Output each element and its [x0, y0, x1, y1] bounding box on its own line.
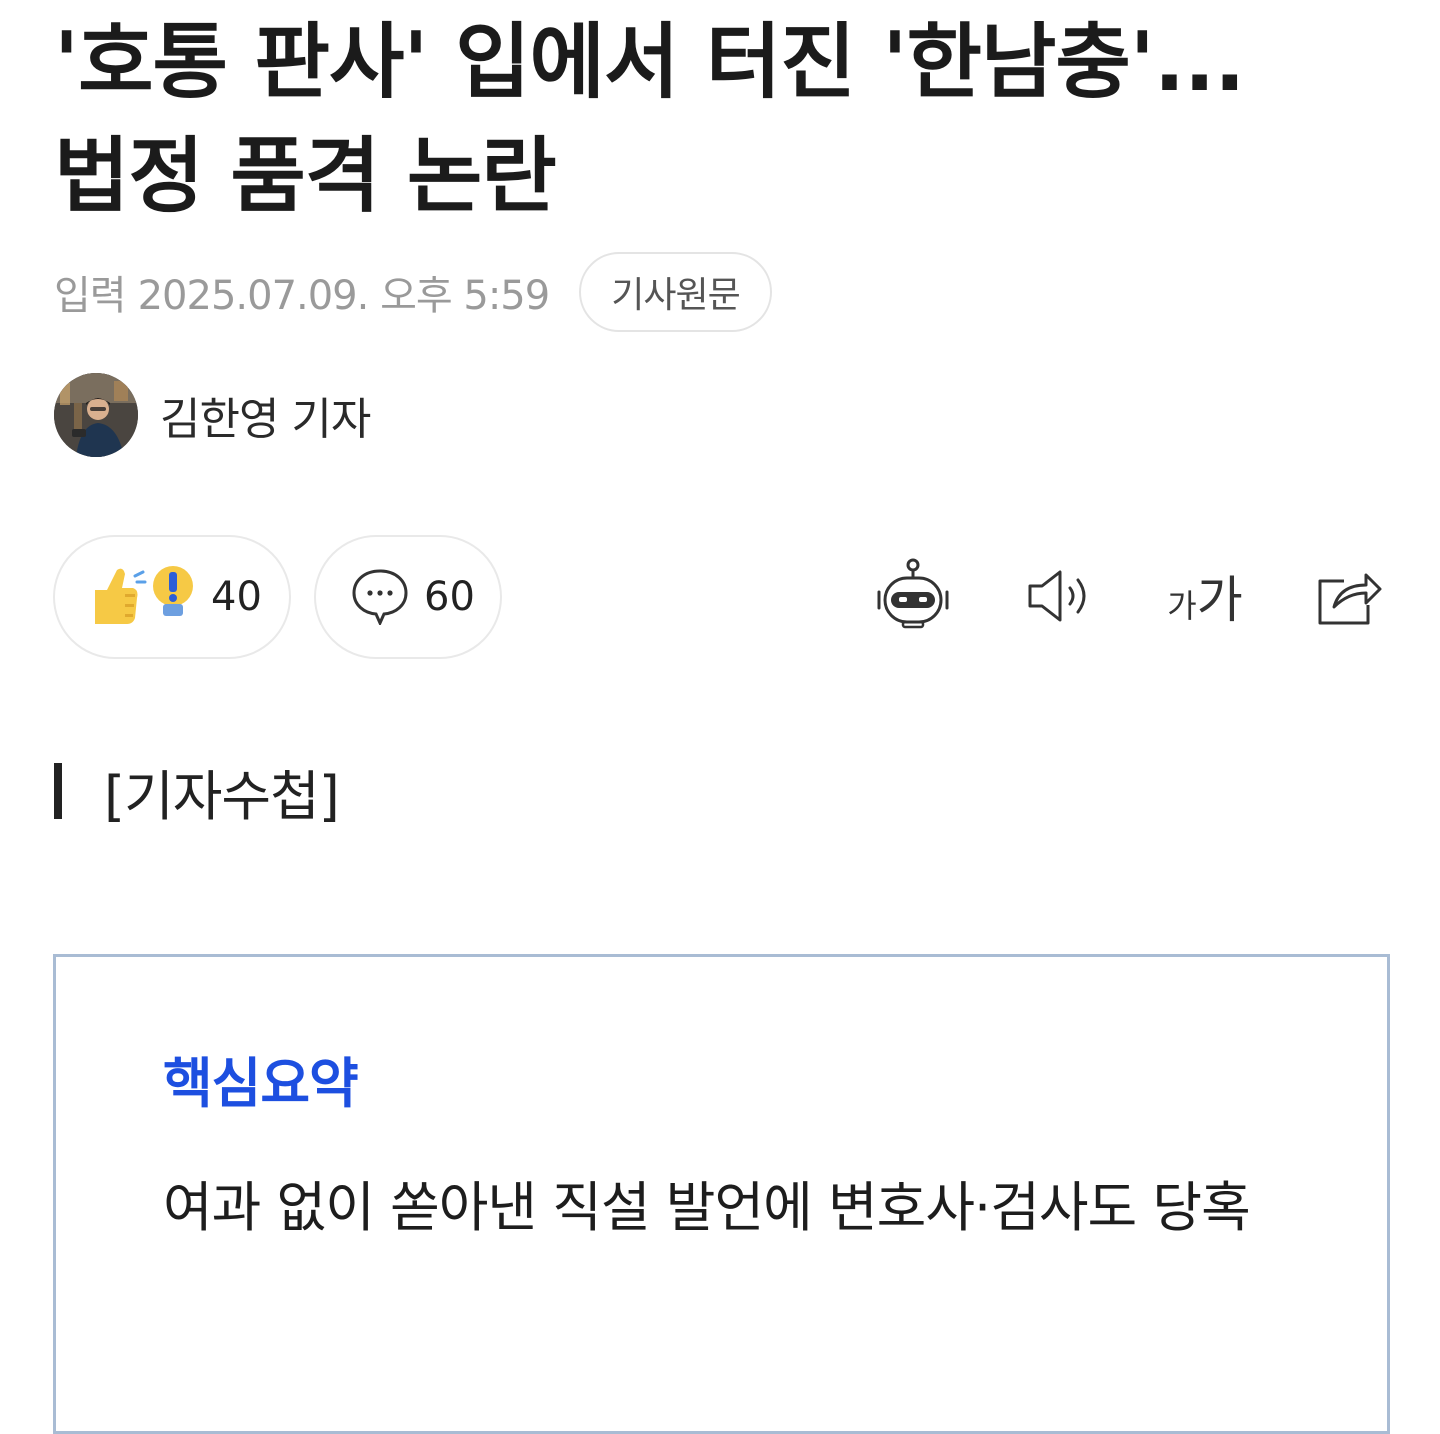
article-page: '호통 판사' 입에서 터진 '한남충'... 법정 품격 논란 입력 2025… — [0, 0, 1440, 1434]
comments-button[interactable]: 60 — [314, 535, 502, 659]
thumbs-up-idea-icon — [89, 560, 197, 634]
avatar-photo-illustration — [54, 373, 138, 457]
press-note-bar — [54, 763, 62, 819]
author-name[interactable]: 김한영 기자 — [160, 383, 371, 447]
comment-count: 60 — [424, 574, 475, 620]
article-meta: 입력 2025.07.09. 오후 5:59 기사원문 — [54, 252, 772, 332]
press-note: [기자수첩] — [54, 760, 340, 828]
ai-summary-bot-icon[interactable] — [873, 556, 953, 636]
press-note-text: [기자수첩] — [104, 764, 340, 828]
original-article-button[interactable]: 기사원문 — [579, 252, 772, 332]
summary-body: 여과 없이 쏟아낸 직설 발언에 변호사·검사도 당혹 — [163, 1176, 1251, 1239]
published-label: 입력 — [54, 273, 127, 319]
published-date: 2025.07.09. 오후 5:59 — [137, 273, 551, 319]
font-size-icon[interactable]: 가 가 — [1160, 556, 1250, 636]
font-size-large-label: 가 — [1196, 571, 1243, 629]
reaction-button[interactable]: 40 — [53, 535, 291, 659]
text-to-speech-icon[interactable] — [1018, 556, 1098, 636]
author-avatar[interactable] — [54, 373, 138, 457]
speech-bubble-icon — [350, 565, 410, 629]
key-summary-box: 핵심요약 여과 없이 쏟아낸 직설 발언에 변호사·검사도 당혹 — [53, 954, 1390, 1434]
article-headline: '호통 판사' 입에서 터진 '한남충'... 법정 품격 논란 — [54, 15, 1245, 224]
reaction-count: 40 — [211, 574, 262, 620]
share-icon[interactable] — [1308, 556, 1388, 636]
author-byline[interactable]: 김한영 기자 — [54, 372, 371, 458]
font-size-small-label: 가 — [1167, 587, 1197, 625]
summary-title: 핵심요약 — [163, 1052, 359, 1115]
